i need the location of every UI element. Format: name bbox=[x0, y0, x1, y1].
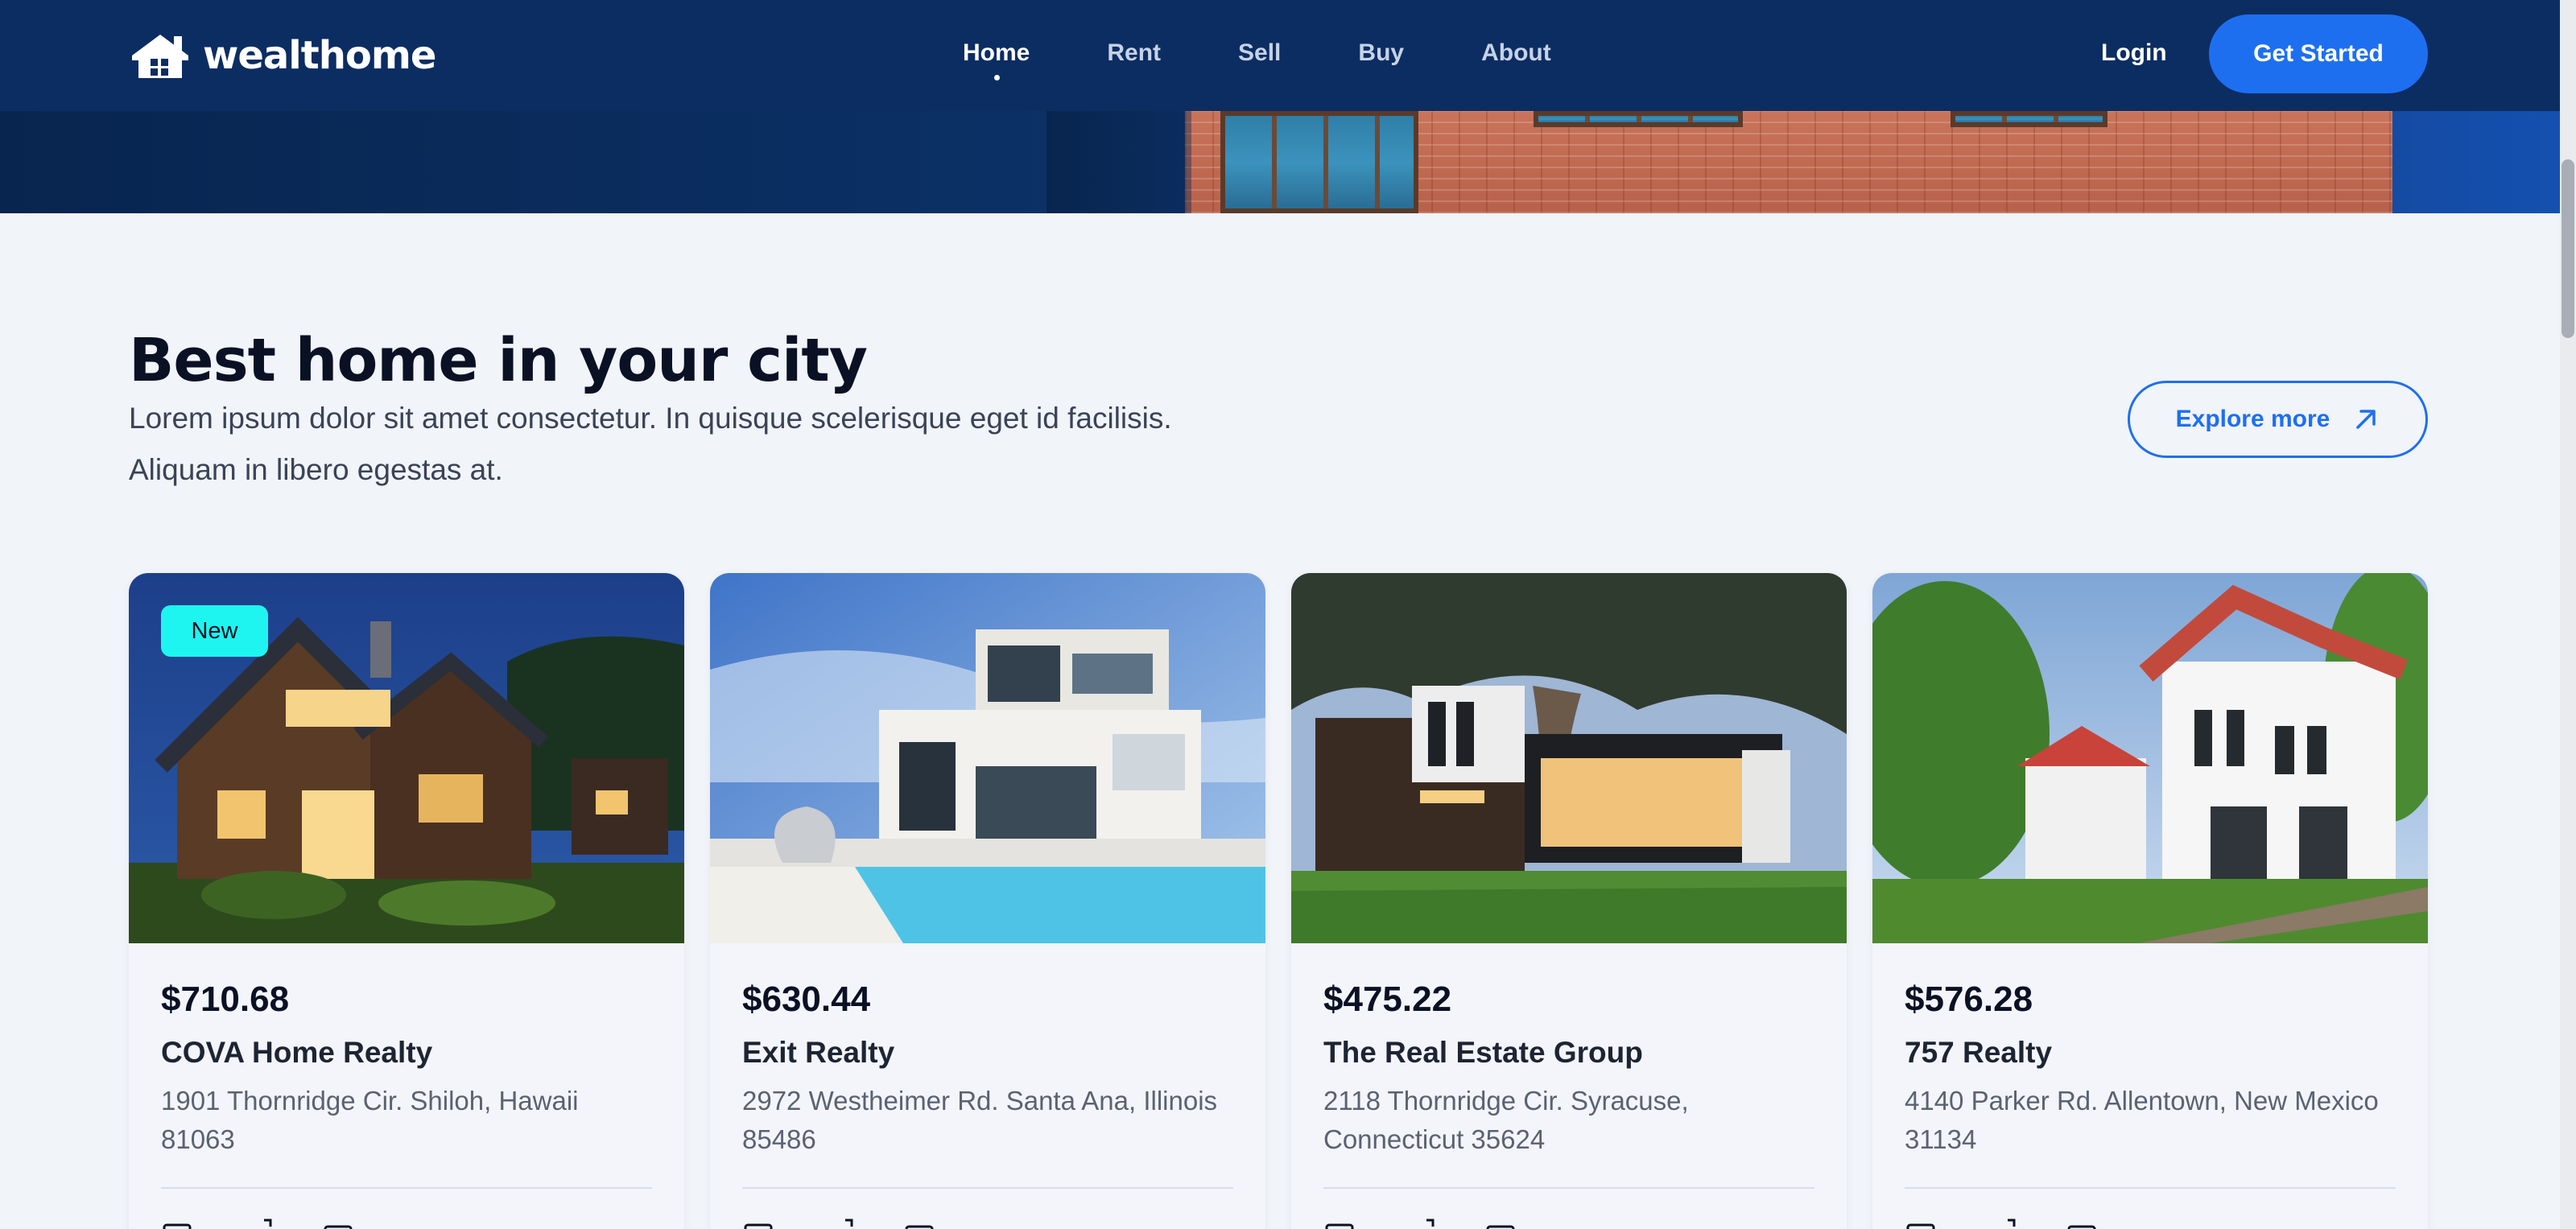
area-icon bbox=[264, 1219, 272, 1227]
get-started-button[interactable]: Get Started bbox=[2209, 14, 2428, 93]
property-price: $475.22 bbox=[1323, 979, 1452, 1019]
bath-icon bbox=[1486, 1225, 1515, 1229]
bath-icon bbox=[2067, 1225, 2096, 1229]
brand-name: wealthome bbox=[203, 33, 436, 78]
property-address: 2118 Thornridge Cir. Syracuse, Connectic… bbox=[1323, 1086, 1689, 1154]
section-subtitle: Lorem ipsum dolor sit amet consectetur. … bbox=[129, 402, 1172, 486]
property-price: $710.68 bbox=[161, 979, 290, 1019]
login-link[interactable]: Login bbox=[2101, 35, 2167, 71]
page-scrollbar[interactable] bbox=[2560, 0, 2576, 1229]
house-logo-icon bbox=[132, 35, 188, 78]
hero-window bbox=[1534, 111, 1743, 127]
main-nav: Home Rent Sell Buy About bbox=[963, 35, 1629, 80]
card-divider bbox=[742, 1187, 1233, 1189]
explore-more-label: Explore more bbox=[2175, 406, 2330, 432]
area-icon bbox=[1426, 1219, 1435, 1227]
property-image bbox=[1872, 573, 2428, 943]
active-indicator-dot bbox=[993, 75, 1000, 80]
card-divider bbox=[1905, 1187, 2396, 1189]
scrollbar-thumb[interactable] bbox=[2562, 159, 2574, 338]
bed-icon bbox=[163, 1223, 192, 1229]
property-features bbox=[1905, 1217, 2098, 1229]
hero-window bbox=[1951, 111, 2107, 127]
nav-link-home[interactable]: Home bbox=[963, 35, 1030, 80]
area-icon bbox=[2008, 1219, 2016, 1227]
property-image bbox=[1291, 573, 1847, 943]
bed-icon bbox=[1325, 1223, 1354, 1229]
property-card[interactable]: $630.44 Exit Realty 2972 Westheimer Rd. … bbox=[710, 573, 1265, 1229]
nav-link-buy[interactable]: Buy bbox=[1358, 35, 1404, 71]
bed-icon bbox=[744, 1223, 773, 1229]
property-address: 1901 Thornridge Cir. Shiloh, Hawaii 8106… bbox=[161, 1086, 579, 1154]
section-title: Best home in your city bbox=[129, 326, 868, 395]
property-features bbox=[1323, 1217, 1517, 1229]
property-card[interactable]: New $710.68 COVA Home Realty 1901 Thornr… bbox=[129, 573, 684, 1229]
navbar: wealthome Home Rent Sell Buy About Login… bbox=[0, 0, 2560, 111]
property-price: $630.44 bbox=[742, 979, 871, 1019]
bath-icon bbox=[324, 1225, 353, 1229]
property-address: 4140 Parker Rd. Allentown, New Mexico 31… bbox=[1905, 1086, 2379, 1154]
arrow-up-right-icon bbox=[2356, 410, 2376, 429]
new-badge: New bbox=[161, 605, 268, 657]
property-features bbox=[161, 1217, 354, 1229]
brand-logo[interactable]: wealthome bbox=[129, 27, 436, 84]
nav-link-rent[interactable]: Rent bbox=[1107, 35, 1161, 71]
property-card[interactable]: $576.28 757 Realty 4140 Parker Rd. Allen… bbox=[1872, 573, 2428, 1229]
card-divider bbox=[161, 1187, 652, 1189]
property-address: 2972 Westheimer Rd. Santa Ana, Illinois … bbox=[742, 1086, 1218, 1154]
property-agency: COVA Home Realty bbox=[161, 1036, 433, 1069]
explore-more-button[interactable]: Explore more bbox=[2128, 381, 2428, 458]
card-divider bbox=[1323, 1187, 1814, 1189]
property-card[interactable]: $475.22 The Real Estate Group 2118 Thorn… bbox=[1291, 573, 1847, 1229]
nav-link-sell[interactable]: Sell bbox=[1238, 35, 1281, 71]
property-price: $576.28 bbox=[1905, 979, 2033, 1019]
hero-shadow bbox=[1046, 111, 1191, 213]
property-agency: The Real Estate Group bbox=[1323, 1036, 1643, 1069]
modern-house-under-tree-image bbox=[1291, 573, 1847, 943]
property-image: New bbox=[129, 573, 684, 943]
property-agency: Exit Realty bbox=[742, 1036, 895, 1069]
property-image bbox=[710, 573, 1265, 943]
hero-window bbox=[1220, 111, 1418, 213]
modern-villa-with-pool-image bbox=[710, 573, 1265, 943]
bath-icon bbox=[905, 1225, 934, 1229]
property-features bbox=[742, 1217, 935, 1229]
bed-icon bbox=[1906, 1223, 1935, 1229]
white-townhouses-red-roof-image bbox=[1872, 573, 2428, 943]
nav-link-label: Home bbox=[963, 39, 1030, 66]
area-icon bbox=[845, 1219, 853, 1227]
nav-link-about[interactable]: About bbox=[1481, 35, 1551, 71]
property-agency: 757 Realty bbox=[1905, 1036, 2053, 1069]
